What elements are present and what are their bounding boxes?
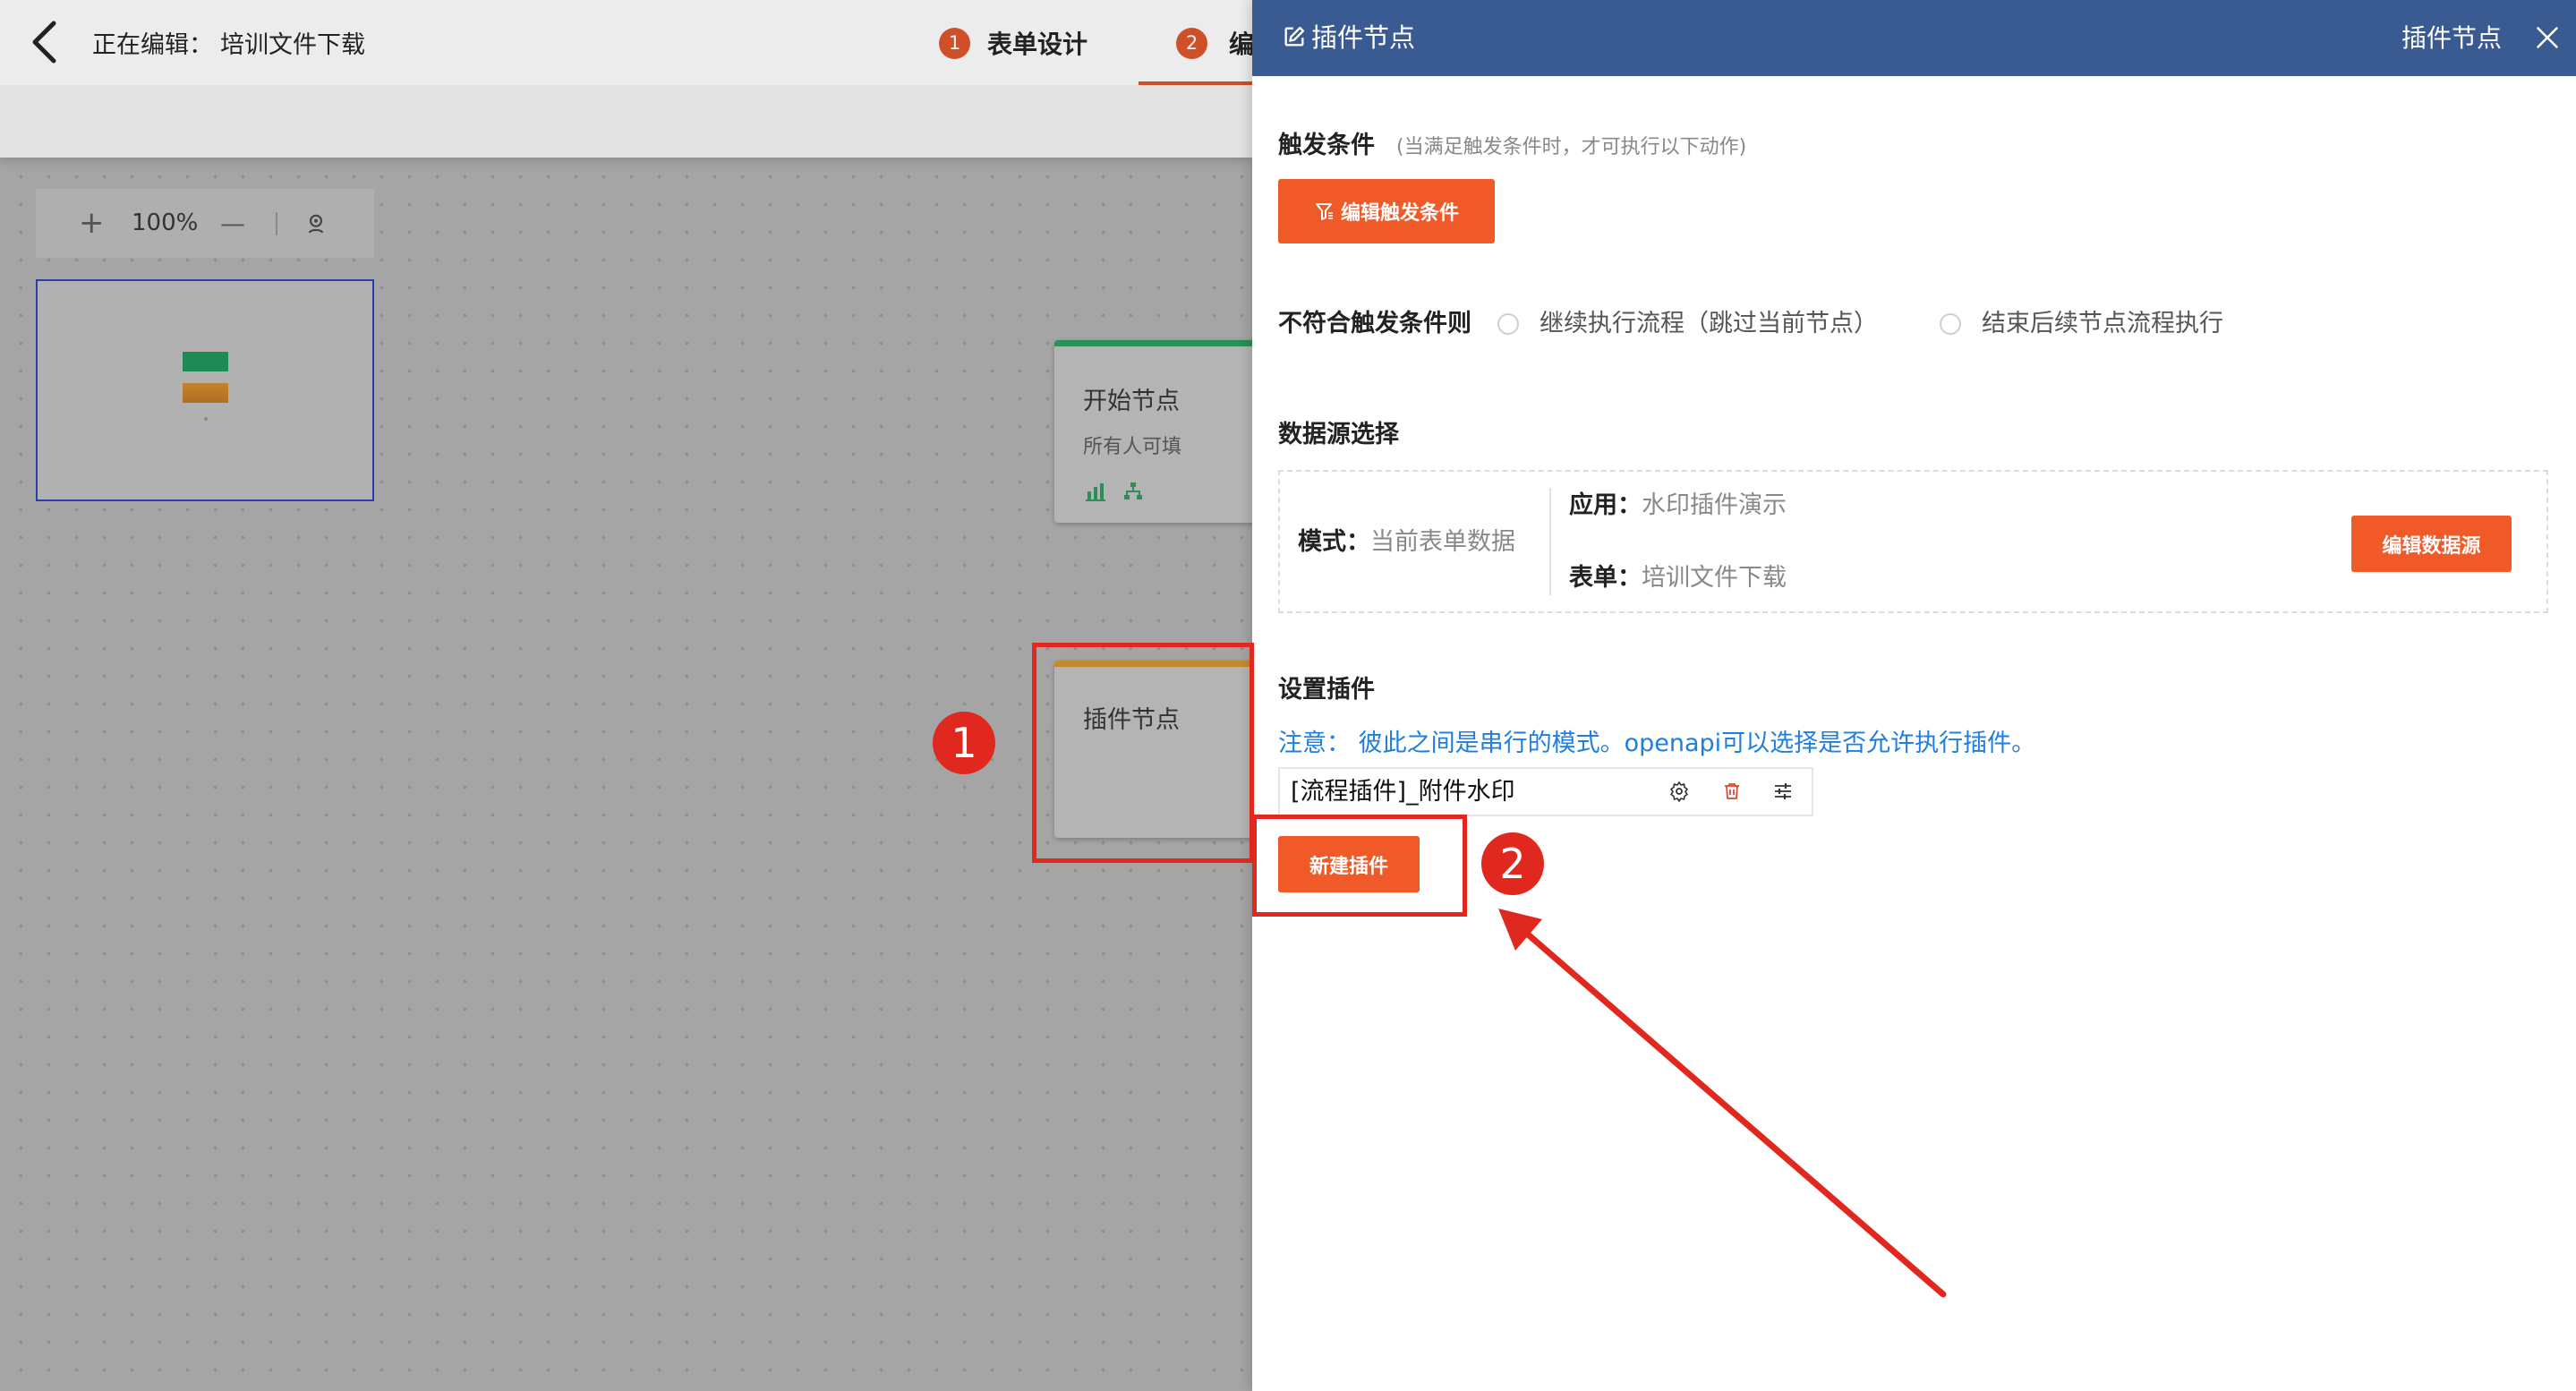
start-node-title: 开始节点	[1083, 388, 1180, 415]
step-2-number[interactable]: 2	[1176, 28, 1207, 59]
panel-header-right-title: 插件节点	[2401, 23, 2503, 53]
datasource-form: 表单：培训文件下载	[1569, 564, 1787, 593]
datasource-box: 模式：当前表单数据 应用：水印插件演示 表单：培训文件下载 编辑数据源	[1278, 470, 2548, 613]
minimap-plugin-node	[183, 383, 228, 403]
form-label: 表单：	[1569, 564, 1642, 592]
minimap[interactable]	[36, 279, 374, 501]
panel-header: 插件节点 插件节点	[1252, 0, 2576, 76]
start-node-subtitle: 所有人可填	[1083, 436, 1182, 458]
step-1-label[interactable]: 表单设计	[987, 0, 1088, 85]
plugin-name: [流程插件]_附件水印	[1291, 778, 1515, 806]
locate-user-icon[interactable]	[304, 212, 328, 235]
plugin-node-title: 插件节点	[1083, 706, 1180, 734]
app-label: 应用：	[1569, 491, 1642, 519]
minimap-dot	[204, 417, 208, 421]
editor-toolbar	[0, 85, 1252, 158]
gear-icon[interactable]	[1668, 781, 1690, 802]
filter-icon	[1315, 203, 1333, 220]
datasource-mode: 模式：当前表单数据	[1298, 528, 1515, 557]
form-value: 培训文件下载	[1642, 564, 1787, 592]
mismatch-label: 不符合触发条件则	[1278, 310, 1471, 337]
editor-header: 正在编辑： 培训文件下载 1 表单设计 2 编	[0, 0, 1254, 85]
trigger-section-header: 触发条件 (当满足触发条件时，才可执行以下动作)	[1278, 125, 1746, 159]
mode-label: 模式：	[1298, 528, 1370, 556]
editing-form-name: 培训文件下载	[220, 31, 365, 59]
plugin-node-panel: 插件节点 插件节点 触发条件 (当满足触发条件时，才可执行以下动作) 编辑触发条…	[1252, 0, 2576, 1391]
radio-continue[interactable]	[1497, 313, 1519, 335]
trash-icon[interactable]	[1721, 781, 1743, 802]
close-icon[interactable]	[2535, 25, 2560, 50]
edit-icon	[1284, 26, 1305, 47]
app-value: 水印插件演示	[1642, 491, 1787, 519]
new-plugin-button[interactable]: 新建插件	[1278, 836, 1420, 892]
radio-end[interactable]	[1940, 313, 1961, 335]
active-step-underline	[1139, 81, 1252, 85]
edit-trigger-button[interactable]: 编辑触发条件	[1278, 179, 1495, 243]
datasource-label: 数据源选择	[1278, 421, 1399, 448]
edit-trigger-label: 编辑触发条件	[1340, 202, 1459, 225]
zoom-out-button[interactable]: —	[220, 189, 245, 258]
radio-continue-label[interactable]: 继续执行流程（跳过当前节点）	[1540, 310, 1878, 338]
minimap-start-node	[183, 352, 228, 371]
plugins-label: 设置插件	[1278, 676, 1375, 704]
plugin-node[interactable]: 插件节点	[1054, 661, 1269, 838]
edit-datasource-button[interactable]: 编辑数据源	[2351, 516, 2512, 572]
trigger-label: 触发条件	[1278, 132, 1375, 159]
mode-value: 当前表单数据	[1370, 528, 1515, 556]
zoom-divider	[276, 212, 277, 235]
bar-chart-icon[interactable]	[1085, 481, 1106, 502]
start-node[interactable]: 开始节点 所有人可填	[1054, 340, 1269, 523]
chevron-left-icon[interactable]	[27, 20, 63, 64]
editing-title: 正在编辑： 培训文件下载	[92, 0, 365, 85]
panel-title: 插件节点	[1311, 22, 1416, 53]
plugins-note: 注意： 彼此之间是串行的模式。openapi可以选择是否允许执行插件。	[1278, 730, 2036, 757]
datasource-app: 应用：水印插件演示	[1569, 491, 1787, 520]
step-2-label[interactable]: 编	[1229, 0, 1254, 85]
zoom-level: 100%	[132, 209, 199, 236]
datasource-divider	[1549, 488, 1551, 595]
radio-end-label[interactable]: 结束后续节点流程执行	[1982, 310, 2223, 338]
zoom-control: + 100% —	[36, 189, 374, 258]
list-item: [流程插件]_附件水印	[1278, 767, 1813, 816]
sitemap-icon[interactable]	[1122, 481, 1144, 502]
zoom-in-button[interactable]: +	[79, 189, 105, 258]
editing-label: 正在编辑：	[92, 31, 213, 59]
step-1-number[interactable]: 1	[939, 28, 970, 59]
sliders-icon[interactable]	[1772, 781, 1794, 802]
trigger-hint: (当满足触发条件时，才可执行以下动作)	[1396, 136, 1747, 158]
